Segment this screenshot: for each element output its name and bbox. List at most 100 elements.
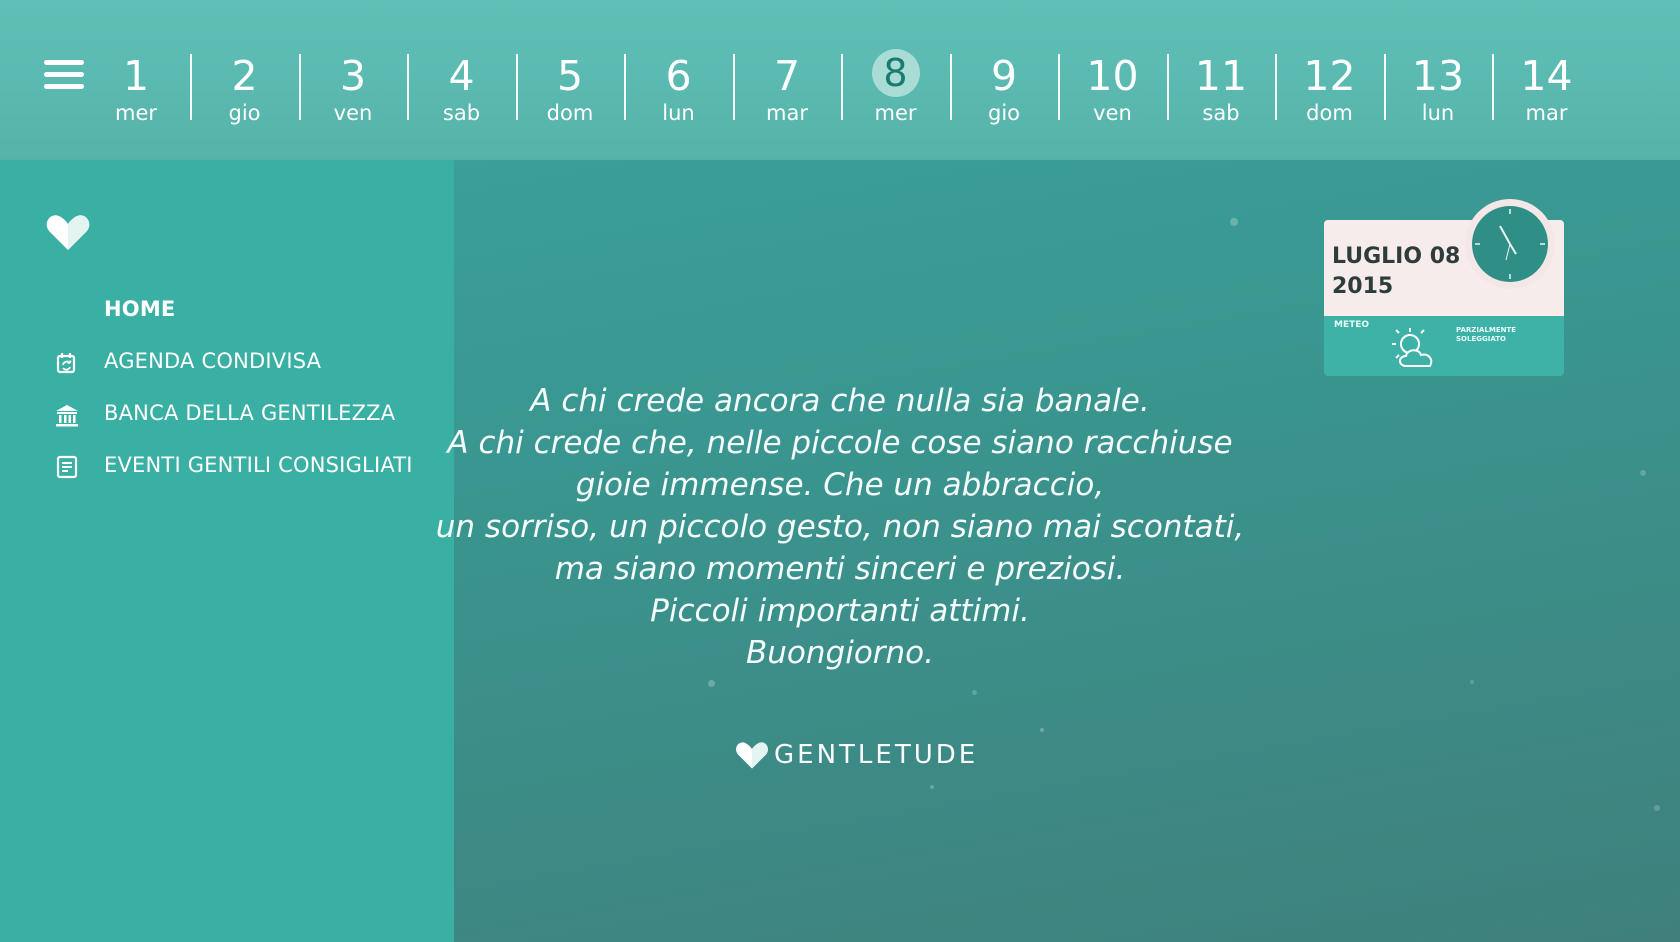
sidebar-item-label: HOME bbox=[104, 297, 176, 321]
day-5[interactable]: 5 dom bbox=[520, 40, 620, 130]
quote-line: un sorriso, un piccolo gesto, non siano … bbox=[435, 509, 1245, 545]
day-number: 6 bbox=[665, 52, 692, 100]
quote-text: A chi crede ancora che nulla sia banale.… bbox=[430, 380, 1250, 674]
day-weekday: mar bbox=[766, 101, 808, 125]
day-10[interactable]: 10 ven bbox=[1063, 40, 1163, 130]
widget-date-line2: 2015 bbox=[1332, 274, 1394, 299]
sidebar-item-eventi-gentili-consigliati[interactable]: EVENTI GENTILI CONSIGLIATI bbox=[0, 446, 454, 486]
date-bar: 1 mer 2 gio 3 ven 4 sab 5 dom 6 lun 7 mar 8 mer 9 gio 10 ve… bbox=[0, 0, 1680, 160]
day-weekday: sab bbox=[1202, 101, 1240, 125]
partly-sunny-icon bbox=[1392, 328, 1433, 367]
meteo-desc-line1: PARZIALMENTE bbox=[1456, 326, 1517, 334]
day-6[interactable]: 6 lun bbox=[629, 40, 729, 130]
day-separator bbox=[1275, 54, 1278, 120]
day-number: 5 bbox=[556, 52, 584, 100]
calendar-sync-icon bbox=[56, 353, 76, 374]
document-icon bbox=[56, 455, 78, 479]
day-8[interactable]: 8 mer bbox=[846, 40, 946, 130]
day-number: 7 bbox=[773, 52, 801, 100]
day-14[interactable]: 14 mar bbox=[1497, 40, 1597, 130]
day-number: 2 bbox=[231, 52, 258, 100]
sidebar-item-banca-della-gentilezza[interactable]: BANCA DELLA GENTILEZZA bbox=[0, 394, 454, 434]
sidebar-item-label: EVENTI GENTILI CONSIGLIATI bbox=[104, 453, 413, 477]
quote-line: A chi crede che, nelle piccole cose sian… bbox=[447, 425, 1233, 461]
day-weekday: gio bbox=[987, 101, 1020, 125]
day-separator bbox=[190, 54, 193, 120]
heart-logo-icon[interactable] bbox=[44, 212, 92, 252]
day-2[interactable]: 2 gio bbox=[195, 40, 295, 130]
day-weekday: ven bbox=[333, 101, 373, 125]
particle bbox=[1230, 218, 1238, 226]
sidebar-item-home[interactable]: HOME bbox=[0, 290, 454, 330]
day-12[interactable]: 12 dom bbox=[1280, 40, 1380, 130]
day-weekday: ven bbox=[1093, 101, 1132, 125]
widget-date-line1: LUGLIO 08 bbox=[1332, 244, 1461, 269]
day-number: 14 bbox=[1520, 52, 1573, 100]
clock-icon bbox=[1465, 199, 1555, 289]
meteo-desc-line2: SOLEGGIATO bbox=[1456, 335, 1506, 343]
day-7[interactable]: 7 mar bbox=[737, 40, 837, 130]
day-13[interactable]: 13 lun bbox=[1388, 40, 1488, 130]
meteo-description: PARZIALMENTE SOLEGGIATO bbox=[1456, 326, 1536, 344]
day-weekday: gio bbox=[228, 101, 261, 125]
day-separator bbox=[1058, 54, 1061, 120]
day-weekday: lun bbox=[662, 101, 695, 125]
day-number: 1 bbox=[122, 52, 150, 100]
day-4[interactable]: 4 sab bbox=[412, 40, 512, 130]
day-weekday: sab bbox=[442, 101, 481, 125]
day-separator bbox=[298, 54, 301, 120]
day-1[interactable]: 1 mer bbox=[86, 40, 186, 130]
day-number: 10 bbox=[1086, 52, 1139, 100]
day-strip: 1 mer 2 gio 3 ven 4 sab 5 dom 6 lun 7 mar 8 mer 9 gio 10 ve… bbox=[92, 40, 1592, 130]
day-weekday: mer bbox=[114, 101, 157, 125]
day-3[interactable]: 3 ven bbox=[303, 40, 403, 130]
quote-line: Buongiorno. bbox=[746, 635, 934, 671]
day-number: 13 bbox=[1411, 52, 1465, 100]
particle bbox=[1470, 680, 1474, 684]
particle bbox=[1640, 470, 1646, 476]
date-weather-widget: LUGLIO 08 2015 METEO PARZIALMENTE SOLEGG… bbox=[1324, 199, 1564, 376]
day-separator bbox=[515, 54, 518, 120]
particle bbox=[972, 690, 977, 695]
sidebar: HOME AGENDA CONDIVISA BANCA DELLA GENTIL… bbox=[0, 160, 454, 942]
day-weekday: mar bbox=[1525, 101, 1568, 125]
quote-line: A chi crede ancora che nulla sia banale. bbox=[530, 383, 1150, 419]
meteo-label: METEO bbox=[1334, 320, 1370, 330]
sidebar-item-label: AGENDA CONDIVISA bbox=[104, 349, 322, 373]
day-number: 4 bbox=[448, 52, 475, 100]
day-weekday: dom bbox=[1306, 101, 1353, 125]
bank-icon bbox=[56, 405, 78, 427]
brand-logo: GENTLETUDE bbox=[734, 740, 978, 780]
day-number: 8 bbox=[871, 49, 920, 97]
day-separator bbox=[1383, 54, 1386, 120]
particle bbox=[1654, 805, 1660, 811]
day-weekday: dom bbox=[546, 101, 594, 125]
particle bbox=[1040, 728, 1044, 732]
day-11[interactable]: 11 sab bbox=[1171, 40, 1271, 130]
day-9[interactable]: 9 gio bbox=[954, 40, 1054, 130]
day-separator bbox=[732, 54, 735, 120]
day-number: 12 bbox=[1303, 52, 1356, 100]
sidebar-item-agenda-condivisa[interactable]: AGENDA CONDIVISA bbox=[0, 342, 454, 382]
sidebar-item-label: BANCA DELLA GENTILEZZA bbox=[104, 401, 396, 425]
day-separator bbox=[407, 54, 410, 120]
day-separator bbox=[624, 54, 627, 120]
brand-name: GENTLETUDE bbox=[774, 740, 979, 770]
quote-line: Piccoli importanti attimi. bbox=[650, 593, 1030, 629]
quote-line: gioie immense. Che un abbraccio, bbox=[575, 467, 1105, 503]
day-separator bbox=[1166, 54, 1169, 120]
particle bbox=[930, 785, 934, 789]
day-weekday: mer bbox=[874, 101, 917, 125]
widget-date: LUGLIO 08 2015 bbox=[1332, 242, 1460, 302]
day-number: 3 bbox=[339, 52, 367, 100]
day-separator bbox=[949, 54, 952, 120]
day-weekday: lun bbox=[1421, 101, 1455, 125]
particle bbox=[708, 680, 715, 687]
day-number: 11 bbox=[1194, 52, 1248, 100]
day-separator bbox=[1492, 54, 1495, 120]
day-separator bbox=[841, 54, 844, 120]
heart-logo-icon bbox=[736, 742, 768, 769]
quote-line: ma siano momenti sinceri e preziosi. bbox=[554, 551, 1126, 587]
day-number: 9 bbox=[990, 52, 1018, 100]
hamburger-menu-icon[interactable] bbox=[44, 60, 84, 92]
